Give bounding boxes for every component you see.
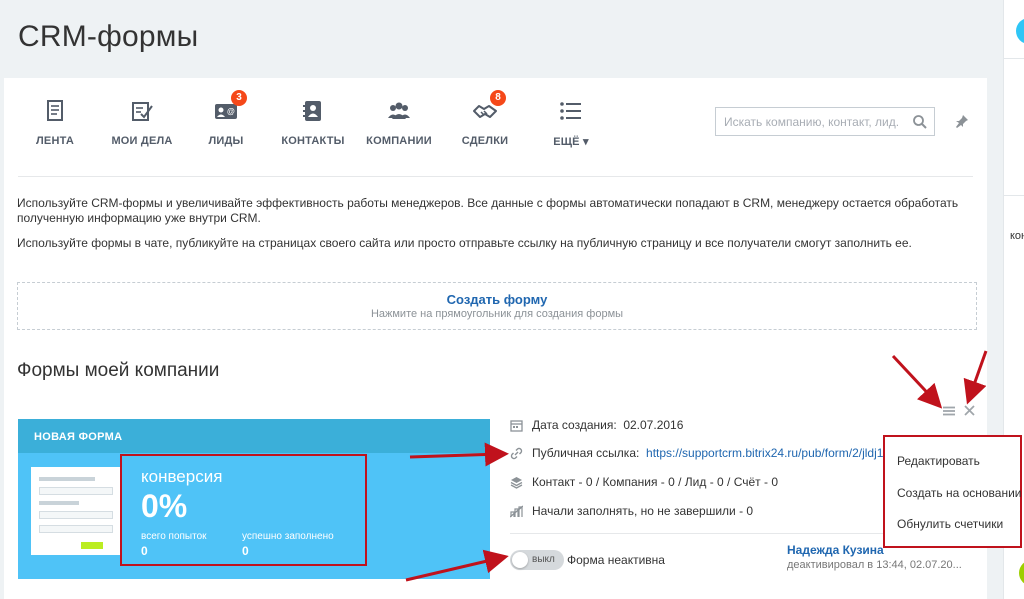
incomplete-icon (510, 505, 523, 518)
toggle-label: выкл (532, 554, 555, 565)
toolbar-label: КОНТАКТЫ (281, 135, 345, 147)
deals-icon: 8 (472, 90, 506, 124)
link-icon (510, 447, 523, 460)
toolbar-label: СДЕЛКИ (461, 135, 509, 147)
page-title: CRM-формы (18, 20, 199, 53)
incomplete-text: Начали заполнять, но не завершили - 0 (532, 504, 754, 518)
search-box (715, 107, 935, 136)
toolbar-item-companies[interactable]: КОМПАНИИ (359, 98, 439, 147)
crm-toolbar: ЛЕНТА МОИ ДЕЛА @ 3 ЛИДЫ КОНТАКТЫ КОМПАНИ… (4, 78, 987, 178)
filled-label: успешно заполнено (242, 531, 334, 542)
online-status-icon[interactable] (1019, 560, 1024, 586)
create-form-title: Создать форму (446, 292, 548, 307)
form-active-toggle[interactable]: выкл (510, 550, 564, 570)
menu-item-reset-counters[interactable]: Обнулить счетчики (897, 517, 1003, 531)
leads-icon: @ 3 (213, 90, 247, 124)
tasks-icon (129, 98, 155, 124)
more-icon (558, 98, 584, 124)
user-action-meta: деактивировал в 13:44, 02.07.20... (787, 559, 962, 571)
contacts-icon (300, 98, 326, 124)
close-icon[interactable] (964, 405, 975, 416)
created-label: Дата создания: (532, 418, 617, 432)
toolbar-item-more[interactable]: ЕЩЁ ▾ (531, 98, 611, 148)
form-context-menu: Редактировать Создать на основании Обнул… (883, 435, 1022, 548)
attempts-value: 0 (141, 544, 148, 558)
toolbar-label: МОИ ДЕЛА (111, 135, 173, 147)
form-status: Форма неактивна (567, 553, 665, 567)
search-input[interactable] (716, 108, 906, 135)
search-icon[interactable] (912, 114, 928, 130)
toolbar-item-contacts[interactable]: КОНТАКТЫ (273, 98, 353, 147)
create-form-button[interactable]: Создать форму Нажмите на прямоугольник д… (17, 282, 977, 330)
create-form-subtitle: Нажмите на прямоугольник для создания фо… (370, 308, 624, 320)
public-link[interactable]: https://supportcrm.bitrix24.ru/pub/form/… (646, 446, 890, 460)
companies-icon (386, 98, 412, 124)
conversion-label: конверсия (141, 467, 223, 486)
toolbar-item-deals[interactable]: 8 СДЕЛКИ (445, 90, 525, 147)
toolbar-item-feed[interactable]: ЛЕНТА (15, 98, 95, 147)
intro-text-secondary: Используйте формы в чате, публикуйте на … (17, 236, 912, 250)
menu-item-edit[interactable]: Редактировать (897, 454, 980, 468)
chevron-down-icon: ▾ (583, 136, 589, 148)
pin-icon[interactable] (955, 114, 969, 128)
section-title: Формы моей компании (17, 360, 220, 381)
toolbar-label: КОМПАНИИ (366, 135, 432, 147)
leads-badge: 3 (231, 90, 247, 106)
main-card: ЛЕНТА МОИ ДЕЛА @ 3 ЛИДЫ КОНТАКТЫ КОМПАНИ… (4, 78, 987, 599)
form-name: НОВАЯ ФОРМА (34, 431, 123, 443)
toolbar-item-tasks[interactable]: МОИ ДЕЛА (102, 98, 182, 147)
toolbar-item-leads[interactable]: @ 3 ЛИДЫ (186, 90, 266, 147)
counters-text: Контакт - 0 / Компания - 0 / Лид - 0 / С… (532, 475, 779, 489)
form-preview-thumbnail (31, 467, 121, 555)
menu-item-create-based[interactable]: Создать на основании (897, 486, 1022, 500)
toolbar-label: ЛИДЫ (208, 135, 244, 147)
toolbar-label: ЛЕНТА (36, 135, 74, 147)
public-link-label: Публичная ссылка: (532, 446, 640, 460)
calendar-icon (510, 420, 523, 432)
user-name-link[interactable]: Надежда Кузина (787, 543, 884, 557)
deals-badge: 8 (490, 90, 506, 106)
intro-text: Используйте CRM-формы и увеличивайте эфф… (17, 196, 959, 225)
feed-icon (42, 98, 68, 124)
menu-icon[interactable] (943, 406, 955, 416)
filled-value: 0 (242, 544, 249, 558)
attempts-label: всего попыток (141, 531, 207, 542)
right-panel-text: кон (1010, 230, 1024, 242)
conversion-value: 0% (141, 488, 188, 524)
form-tile[interactable]: НОВАЯ ФОРМА конверсия 0% всего попыток 0… (18, 419, 490, 579)
layers-icon (510, 477, 523, 489)
notification-icon[interactable] (1016, 18, 1024, 44)
created-value: 02.07.2016 (623, 418, 684, 432)
conversion-stats: конверсия 0% всего попыток 0 успешно зап… (120, 454, 367, 566)
toolbar-label: ЕЩЁ ▾ (553, 136, 589, 148)
svg-text:@: @ (227, 107, 235, 116)
